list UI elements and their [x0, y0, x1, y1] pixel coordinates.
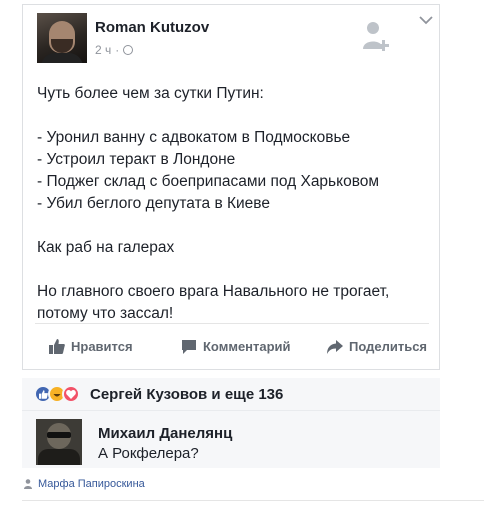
post-line: - Уронил ванну с адвокатом в Подмосковье — [37, 129, 351, 146]
comment: Михаил Данелянц А Рокфелера? — [22, 410, 440, 468]
post-line-gap — [37, 105, 437, 127]
chevron-down-icon[interactable] — [419, 15, 433, 25]
comment-label: Комментарий — [203, 339, 291, 354]
post-meta: 2 ч · — [95, 43, 134, 57]
share-button[interactable]: Поделиться — [327, 339, 427, 354]
post-card: Roman Kutuzov 2 ч · Чуть более чем за су… — [22, 4, 440, 370]
post-line-gap — [37, 215, 437, 237]
post-time[interactable]: 2 ч — [95, 43, 111, 57]
post-line: - Устроил теракт в Лондоне — [37, 151, 236, 168]
add-friend-icon[interactable] — [361, 19, 391, 53]
post-line: - Убил беглого депутата в Киеве — [37, 195, 270, 212]
author-avatar[interactable] — [37, 13, 87, 63]
comment-text: А Рокфелера? — [98, 445, 199, 462]
thumbs-up-icon — [49, 339, 65, 354]
author-name[interactable]: Roman Kutuzov — [95, 19, 209, 36]
share-label: Поделиться — [349, 339, 428, 354]
footer-user-name[interactable]: Марфа Папироскина — [38, 478, 145, 490]
post-line: Но главного своего врага Навального не т… — [37, 283, 390, 300]
like-button[interactable]: Нравится — [49, 339, 133, 354]
meta-dot: · — [115, 43, 120, 57]
bottom-divider — [22, 500, 484, 501]
footer-user-link[interactable]: Марфа Папироскина — [24, 478, 145, 490]
reaction-icons — [34, 385, 80, 403]
like-label: Нравится — [71, 339, 133, 354]
person-icon — [24, 479, 32, 489]
post-line: - Поджег склад с боеприпасами под Харько… — [37, 173, 380, 190]
comment-avatar[interactable] — [36, 419, 82, 465]
post-line: Чуть более чем за сутки Путин: — [37, 85, 264, 102]
post-text: Чуть более чем за сутки Путин: - Уронил … — [37, 83, 437, 325]
comment-button[interactable]: Комментарий — [181, 339, 291, 354]
actions-divider — [35, 323, 429, 324]
globe-icon — [123, 45, 134, 55]
post-line: потому что зассал! — [37, 305, 174, 322]
share-arrow-icon — [327, 339, 343, 354]
post-line: Как раб на галерах — [37, 239, 175, 256]
love-reaction-icon — [62, 385, 80, 403]
post-line-gap — [37, 259, 437, 281]
comment-icon — [182, 340, 196, 354]
comment-author[interactable]: Михаил Данелянц — [98, 425, 232, 442]
reactions-bar[interactable]: Сергей Кузовов и еще 136 — [22, 378, 440, 410]
reactions-summary[interactable]: Сергей Кузовов и еще 136 — [90, 386, 283, 403]
